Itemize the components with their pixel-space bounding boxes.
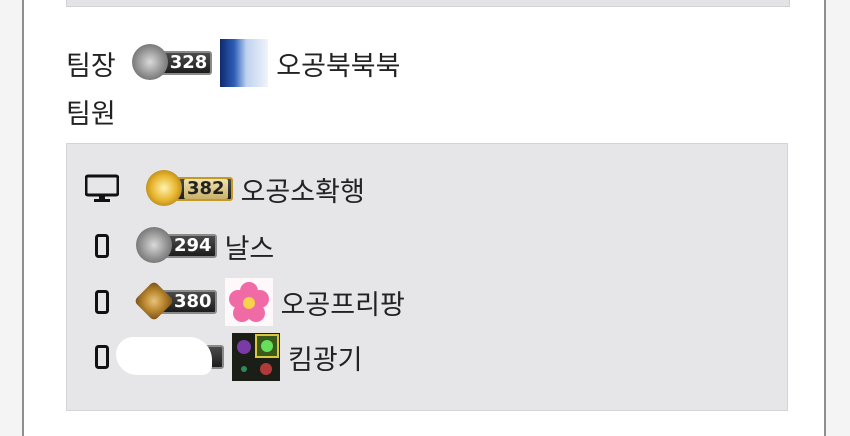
desktop-icon <box>82 174 122 204</box>
members-label: 팀원 <box>66 99 116 130</box>
avatar[interactable] <box>224 278 273 326</box>
team-card: 팀장 328 오공북북북 팀원 382 오공소확행 294 날스 380 오공프… <box>22 0 826 436</box>
level-badge: 294 <box>136 227 217 263</box>
member-nickname[interactable]: 날스 <box>225 227 275 266</box>
level-value: 328 <box>169 52 208 73</box>
level-value: 382 <box>184 179 228 199</box>
redaction-mark <box>116 337 212 375</box>
level-badge: 328 <box>131 44 213 80</box>
list-item[interactable]: 294 날스 <box>82 222 274 270</box>
member-nickname[interactable]: 킴광기 <box>288 338 363 377</box>
leader-nickname[interactable]: 오공북북북 <box>276 44 400 83</box>
avatar[interactable] <box>220 39 269 87</box>
mobile-icon <box>82 290 122 314</box>
list-item[interactable]: 382 오공소확행 <box>82 165 365 213</box>
previous-panel-bottom <box>66 0 790 7</box>
level-value: 294 <box>174 235 212 256</box>
rank-emblem-icon <box>136 227 172 263</box>
leader-label: 팀장 <box>66 50 116 82</box>
member-nickname[interactable]: 오공프리팡 <box>281 283 405 322</box>
level-value: 380 <box>174 291 212 312</box>
rank-emblem-icon <box>146 170 182 206</box>
avatar[interactable] <box>232 333 280 381</box>
member-nickname[interactable]: 오공소확행 <box>241 170 365 209</box>
level-badge: 382 <box>146 170 233 206</box>
rank-emblem-icon <box>133 280 175 322</box>
level-badge: 380 <box>133 280 217 322</box>
mobile-icon <box>82 234 122 258</box>
team-leader-row: 팀장 328 오공북북북 <box>66 39 400 87</box>
list-item[interactable]: 380 오공프리팡 <box>82 278 405 326</box>
rank-emblem-icon <box>131 44 168 80</box>
